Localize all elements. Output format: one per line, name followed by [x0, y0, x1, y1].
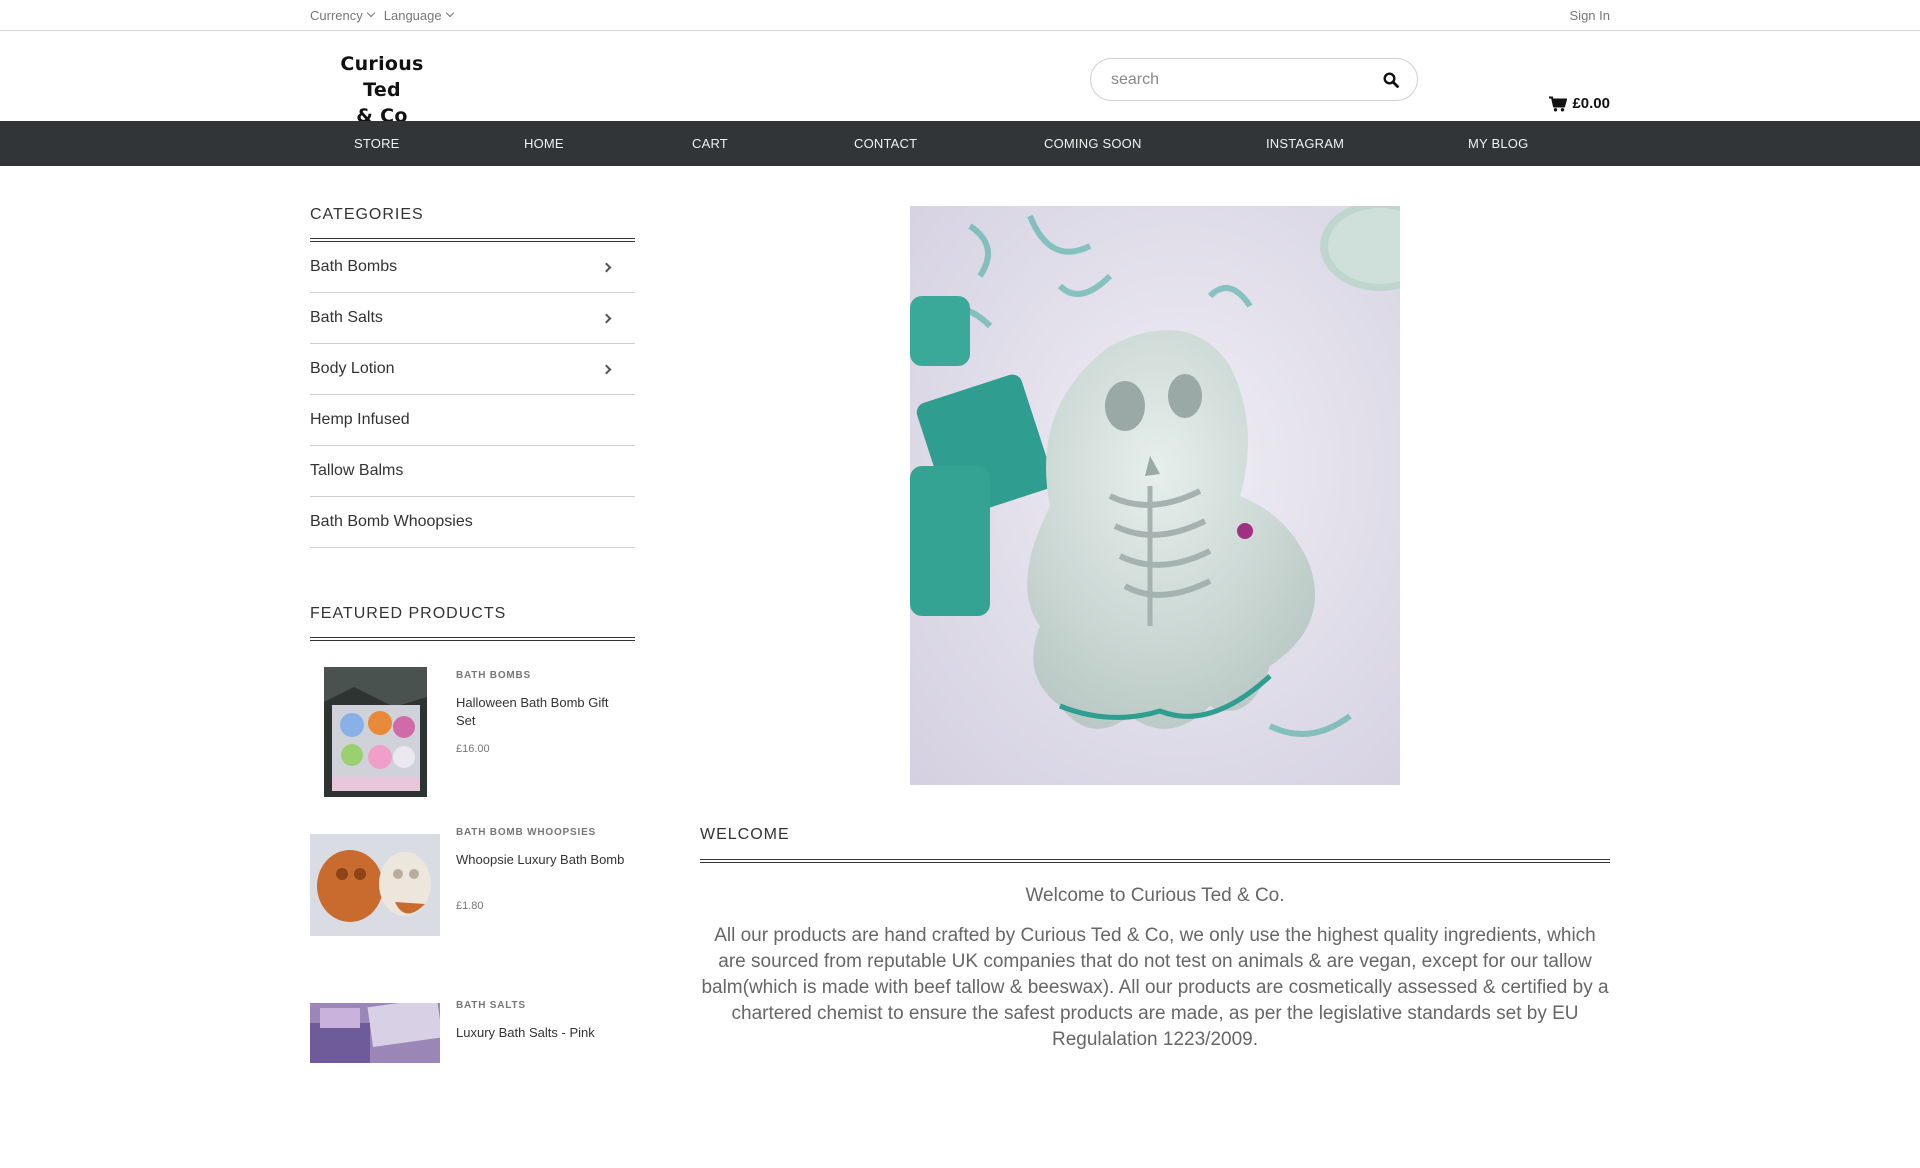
category-list: Bath Bombs Bath Salts Body Lotion Hemp I… — [310, 242, 635, 548]
chevron-right-icon[interactable] — [601, 262, 612, 272]
cart-summary[interactable]: £0.00 — [1549, 95, 1610, 112]
currency-dropdown[interactable]: Currency — [310, 7, 375, 23]
chevron-down-icon — [445, 8, 454, 18]
nav-item-instagram[interactable]: INSTAGRAM — [1266, 121, 1344, 166]
search-box — [1090, 58, 1418, 101]
category-label: Bath Bomb Whoopsies — [310, 513, 473, 530]
site-header: Curious Ted & Co £0.00 — [0, 31, 1920, 127]
featured-product: BATH BOMBS Halloween Bath Bomb Gift Set … — [310, 667, 635, 834]
logo-line-1: Curious Ted — [340, 53, 424, 101]
welcome-heading: WELCOME — [700, 826, 1610, 863]
nav-item-my-blog[interactable]: MY BLOG — [1468, 121, 1528, 166]
search-input[interactable] — [1111, 70, 1379, 89]
category-label: Body Lotion — [310, 360, 395, 377]
category-label: Tallow Balms — [310, 462, 404, 479]
sign-in-link[interactable]: Sign In — [1570, 8, 1610, 23]
nav-item-cart[interactable]: CART — [692, 121, 728, 166]
product-name[interactable]: Whoopsie Luxury Bath Bomb — [456, 851, 626, 869]
welcome-section: WELCOME Welcome to Curious Ted & Co. All… — [700, 826, 1610, 1053]
welcome-text: All our products are hand crafted by Cur… — [701, 925, 1609, 1050]
category-item-body-lotion[interactable]: Body Lotion — [310, 344, 635, 395]
featured-product: BATH SALTS Luxury Bath Salts - Pink — [310, 1000, 635, 1168]
welcome-title: Welcome to Curious Ted & Co. — [1025, 885, 1285, 906]
featured-products: FEATURED PRODUCTS BATH BOMBS Halloween B — [310, 605, 635, 1168]
hero-image-ghost-bath-bomb — [910, 206, 1400, 785]
nav-item-contact[interactable]: CONTACT — [854, 121, 917, 166]
site-logo[interactable]: Curious Ted & Co — [326, 51, 438, 129]
chevron-right-icon[interactable] — [601, 313, 612, 323]
language-label: Language — [383, 7, 442, 23]
search-button[interactable] — [1379, 68, 1403, 92]
categories-title: CATEGORIES — [310, 206, 635, 242]
product-price: £1.80 — [456, 900, 484, 912]
top-bar: Currency Language Sign In — [0, 0, 1920, 31]
product-name[interactable]: Halloween Bath Bomb Gift Set — [456, 694, 626, 730]
chevron-right-icon[interactable] — [601, 364, 612, 374]
nav-item-store[interactable]: STORE — [354, 121, 400, 166]
product-price: £16.00 — [456, 743, 490, 755]
search-icon — [1383, 71, 1399, 88]
cart-total: £0.00 — [1572, 95, 1610, 112]
currency-label: Currency — [310, 7, 363, 23]
category-item-bath-salts[interactable]: Bath Salts — [310, 293, 635, 344]
chevron-down-icon — [366, 8, 375, 18]
shopping-cart-icon — [1549, 96, 1568, 111]
category-item-hemp-infused[interactable]: Hemp Infused — [310, 395, 635, 446]
product-image-whoopsie-bath-bomb[interactable] — [310, 834, 440, 936]
nav-item-coming-soon[interactable]: COMING SOON — [1044, 121, 1142, 166]
category-label: Hemp Infused — [310, 411, 410, 428]
main-nav: STORE HOME CART CONTACT COMING SOON INST… — [0, 121, 1920, 166]
featured-title: FEATURED PRODUCTS — [310, 605, 635, 641]
product-category[interactable]: BATH SALTS — [456, 1000, 526, 1011]
language-dropdown[interactable]: Language — [383, 7, 454, 23]
product-image-halloween-gift-set[interactable] — [324, 667, 427, 797]
featured-product: BATH BOMB WHOOPSIES Whoopsie Luxury Bath… — [310, 827, 635, 1001]
category-label: Bath Salts — [310, 309, 383, 326]
sidebar: CATEGORIES Bath Bombs Bath Salts Body Lo… — [310, 206, 635, 1168]
product-category[interactable]: BATH BOMB WHOOPSIES — [456, 827, 596, 838]
product-category[interactable]: BATH BOMBS — [456, 670, 531, 681]
category-label: Bath Bombs — [310, 258, 398, 275]
nav-item-home[interactable]: HOME — [524, 121, 564, 166]
category-item-bath-bomb-whoopsies[interactable]: Bath Bomb Whoopsies — [310, 497, 635, 548]
category-item-tallow-balms[interactable]: Tallow Balms — [310, 446, 635, 497]
product-image-bath-salts-pink[interactable] — [310, 1003, 440, 1063]
product-name[interactable]: Luxury Bath Salts - Pink — [456, 1024, 626, 1042]
category-item-bath-bombs[interactable]: Bath Bombs — [310, 242, 635, 293]
